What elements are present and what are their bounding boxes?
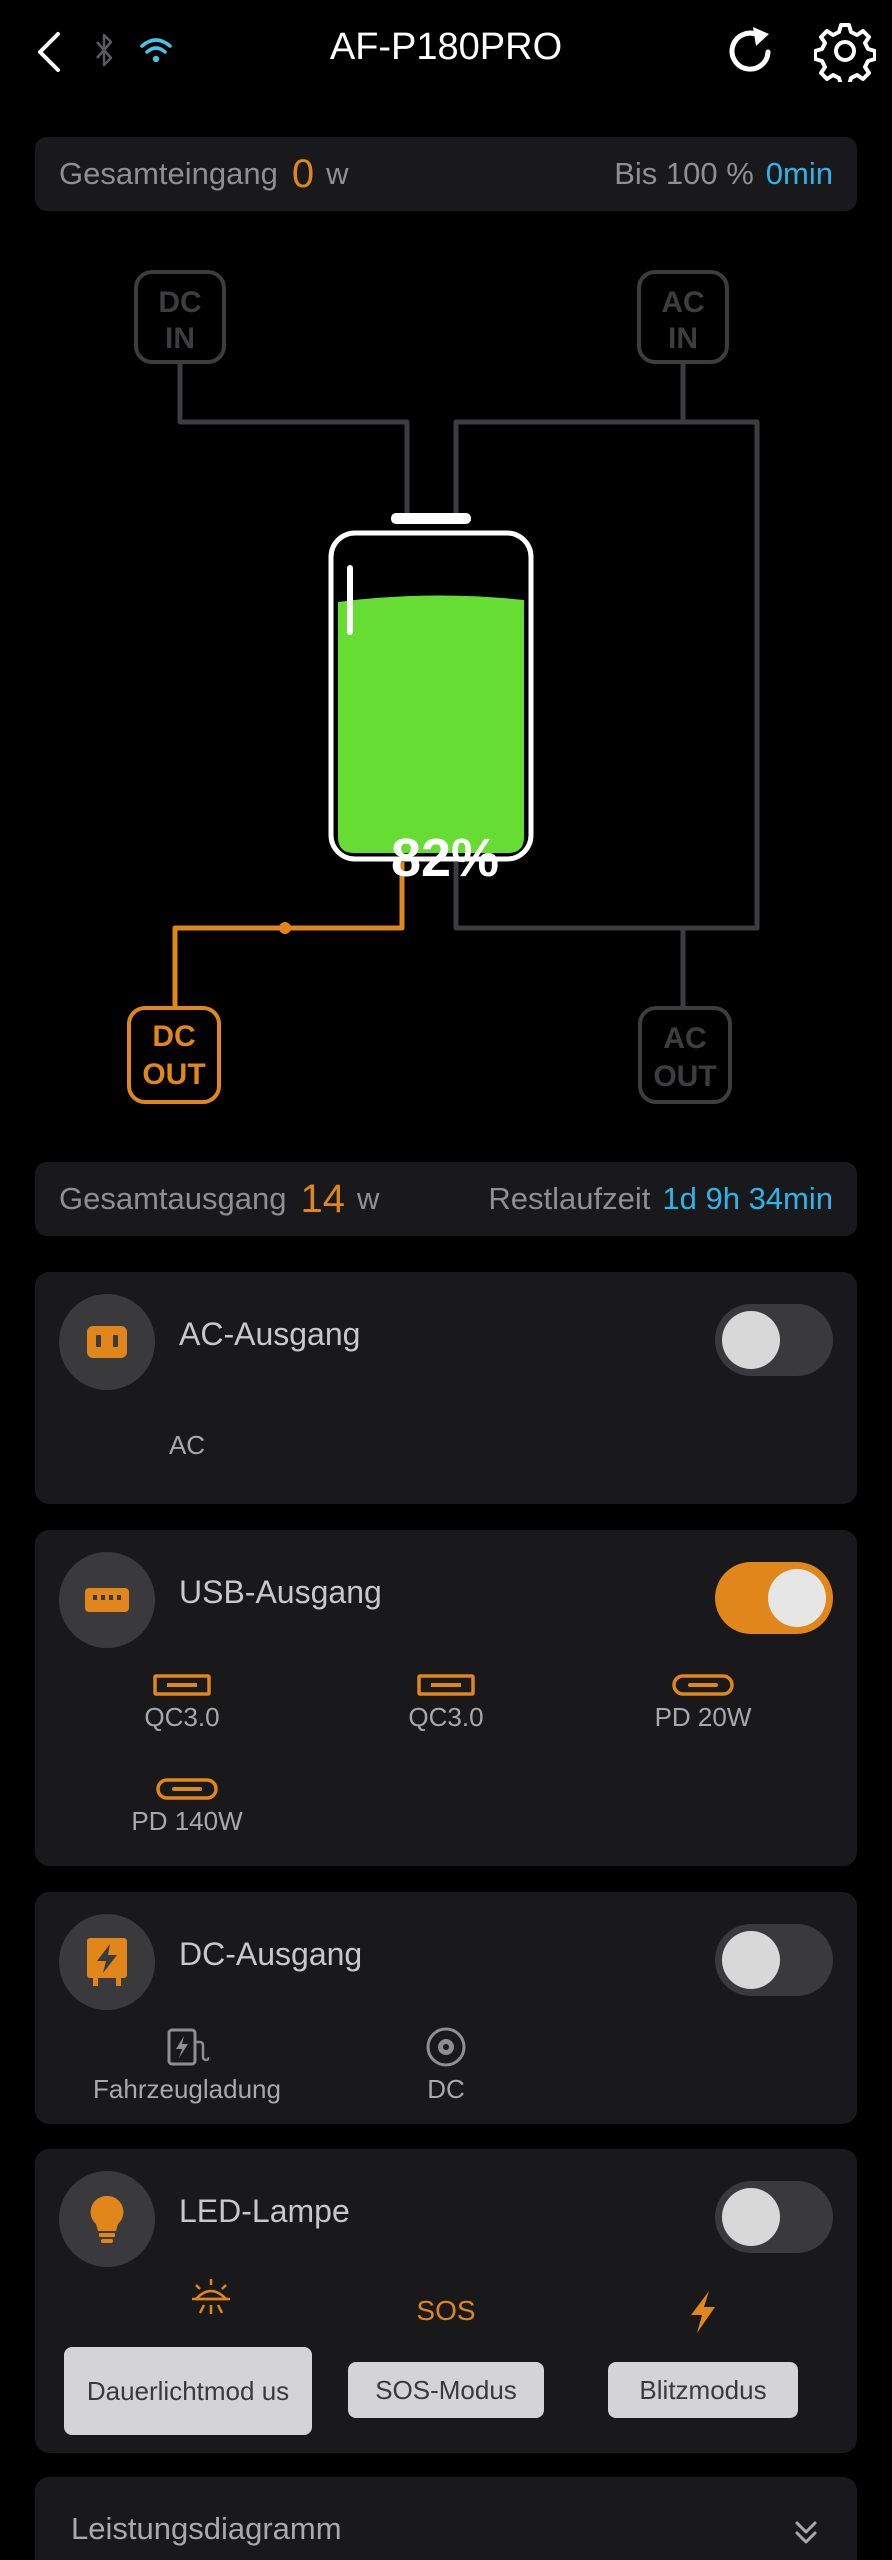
dc-barrel-icon — [426, 2027, 466, 2067]
usb-port-label: PD 20W — [654, 1702, 752, 1732]
usb-port-label: QC3.0 — [144, 1702, 220, 1732]
dc-port-barrel: DC — [346, 2026, 546, 2105]
usb-port-qc30-1: QC3.0 — [82, 1674, 282, 1733]
usb-port-label: PD 140W — [131, 1806, 243, 1836]
usb-port-pd20w: PD 20W — [603, 1674, 803, 1733]
usb-port-pd140w: PD 140W — [87, 1778, 287, 1837]
time-to-full-label: Bis 100 % — [614, 156, 754, 191]
steady-light-icon — [151, 2277, 271, 2317]
ac-socket-icon — [59, 1294, 155, 1390]
ac-out-node: AC OUT — [638, 1006, 732, 1104]
dc-out-node: DC OUT — [127, 1006, 221, 1104]
car-charger-icon — [167, 2028, 209, 2066]
dc-port-vehicle: Fahrzeugladung — [87, 2026, 287, 2105]
toggle-knob — [722, 1311, 780, 1369]
usb-icon — [59, 1552, 155, 1648]
usb-output-toggle[interactable] — [715, 1562, 833, 1634]
sos-mode-button[interactable]: SOS-Modus — [348, 2362, 544, 2418]
double-chevron-down-icon[interactable] — [789, 2513, 823, 2553]
total-input-value: 0 — [291, 151, 315, 196]
power-chart-section[interactable]: Leistungsdiagramm — [35, 2477, 857, 2560]
svg-text:DC: DC — [152, 1020, 195, 1053]
led-lamp-title: LED-Lampe — [179, 2193, 350, 2229]
ac-output-card: AC-Ausgang AC — [35, 1272, 857, 1504]
svg-text:AC: AC — [663, 1022, 706, 1055]
dc-output-toggle[interactable] — [715, 1924, 833, 1996]
app-header: AF-P180PRO — [0, 0, 892, 104]
usb-c-port-icon — [156, 1778, 218, 1800]
dc-output-card: DC-Ausgang Fahrzeugladung DC — [35, 1892, 857, 2124]
total-input-unit: w — [326, 156, 349, 191]
settings-gear-icon[interactable] — [814, 20, 876, 82]
ac-output-title: AC-Ausgang — [179, 1316, 361, 1352]
power-flow-diagram: DC IN AC IN DC OUT AC OUT 82% — [0, 240, 892, 1120]
usb-port-label: QC3.0 — [408, 1702, 484, 1732]
toggle-knob — [722, 1931, 780, 1989]
back-arrow-icon[interactable] — [30, 24, 70, 80]
dc-port-label: Fahrzeugladung — [93, 2074, 281, 2104]
total-output-unit: w — [356, 1181, 380, 1216]
led-lamp-toggle[interactable] — [715, 2181, 833, 2253]
battery-percent: 82% — [390, 828, 500, 888]
svg-text:IN: IN — [165, 322, 195, 355]
svg-text:OUT: OUT — [142, 1058, 205, 1091]
led-lamp-card: LED-Lampe SOS Dauerlichtmod us SOS-Modus… — [35, 2149, 857, 2453]
total-output-value: 14 — [300, 1176, 345, 1221]
refresh-icon[interactable] — [722, 22, 780, 80]
bluetooth-icon — [96, 33, 113, 67]
svg-text:OUT: OUT — [653, 1060, 716, 1093]
dc-output-title: DC-Ausgang — [179, 1936, 363, 1972]
power-flow-lines: DC IN AC IN DC OUT AC OUT — [127, 270, 760, 1104]
svg-text:AC: AC — [661, 286, 704, 319]
sos-icon: SOS — [416, 2295, 476, 2326]
flash-bolt-icon — [643, 2289, 763, 2335]
usb-c-port-icon — [672, 1674, 734, 1696]
remaining-runtime-value: 1d 9h 34min — [662, 1181, 833, 1216]
ac-output-toggle[interactable] — [715, 1304, 833, 1376]
total-output-bar: Gesamtausgang 14 w Restlaufzeit 1d 9h 34… — [35, 1162, 857, 1236]
battery-graphic — [328, 513, 534, 862]
usb-port-qc30-2: QC3.0 — [346, 1674, 546, 1733]
remaining-runtime-label: Restlaufzeit — [488, 1181, 651, 1216]
time-to-full-value: 0min — [765, 156, 833, 191]
usb-output-card: USB-Ausgang QC3.0 QC3.0 PD 20W PD 140W — [35, 1530, 857, 1866]
ac-port: AC — [87, 1430, 287, 1461]
dc-in-node: DC IN — [134, 270, 226, 364]
ac-port-label: AC — [168, 1430, 206, 1460]
power-chart-title: Leistungsdiagramm — [71, 2511, 342, 2546]
toggle-knob — [768, 1569, 826, 1627]
ac-in-node: AC IN — [637, 270, 729, 364]
total-output-label: Gesamtausgang — [59, 1181, 287, 1216]
wifi-icon — [140, 38, 172, 63]
steady-light-mode-button[interactable]: Dauerlichtmod us — [64, 2347, 312, 2435]
flash-mode-button[interactable]: Blitzmodus — [608, 2362, 798, 2418]
lightbulb-icon — [59, 2171, 155, 2267]
total-input-bar: Gesamteingang 0 w Bis 100 % 0min — [35, 137, 857, 211]
total-input-label: Gesamteingang — [59, 156, 278, 191]
dc-port-label: DC — [427, 2074, 465, 2104]
usb-a-port-icon — [153, 1674, 211, 1696]
dc-bolt-icon — [59, 1914, 155, 2010]
svg-text:IN: IN — [668, 322, 698, 355]
usb-output-title: USB-Ausgang — [179, 1574, 382, 1610]
usb-a-port-icon — [417, 1674, 475, 1696]
svg-text:DC: DC — [158, 286, 201, 319]
toggle-knob — [722, 2188, 780, 2246]
